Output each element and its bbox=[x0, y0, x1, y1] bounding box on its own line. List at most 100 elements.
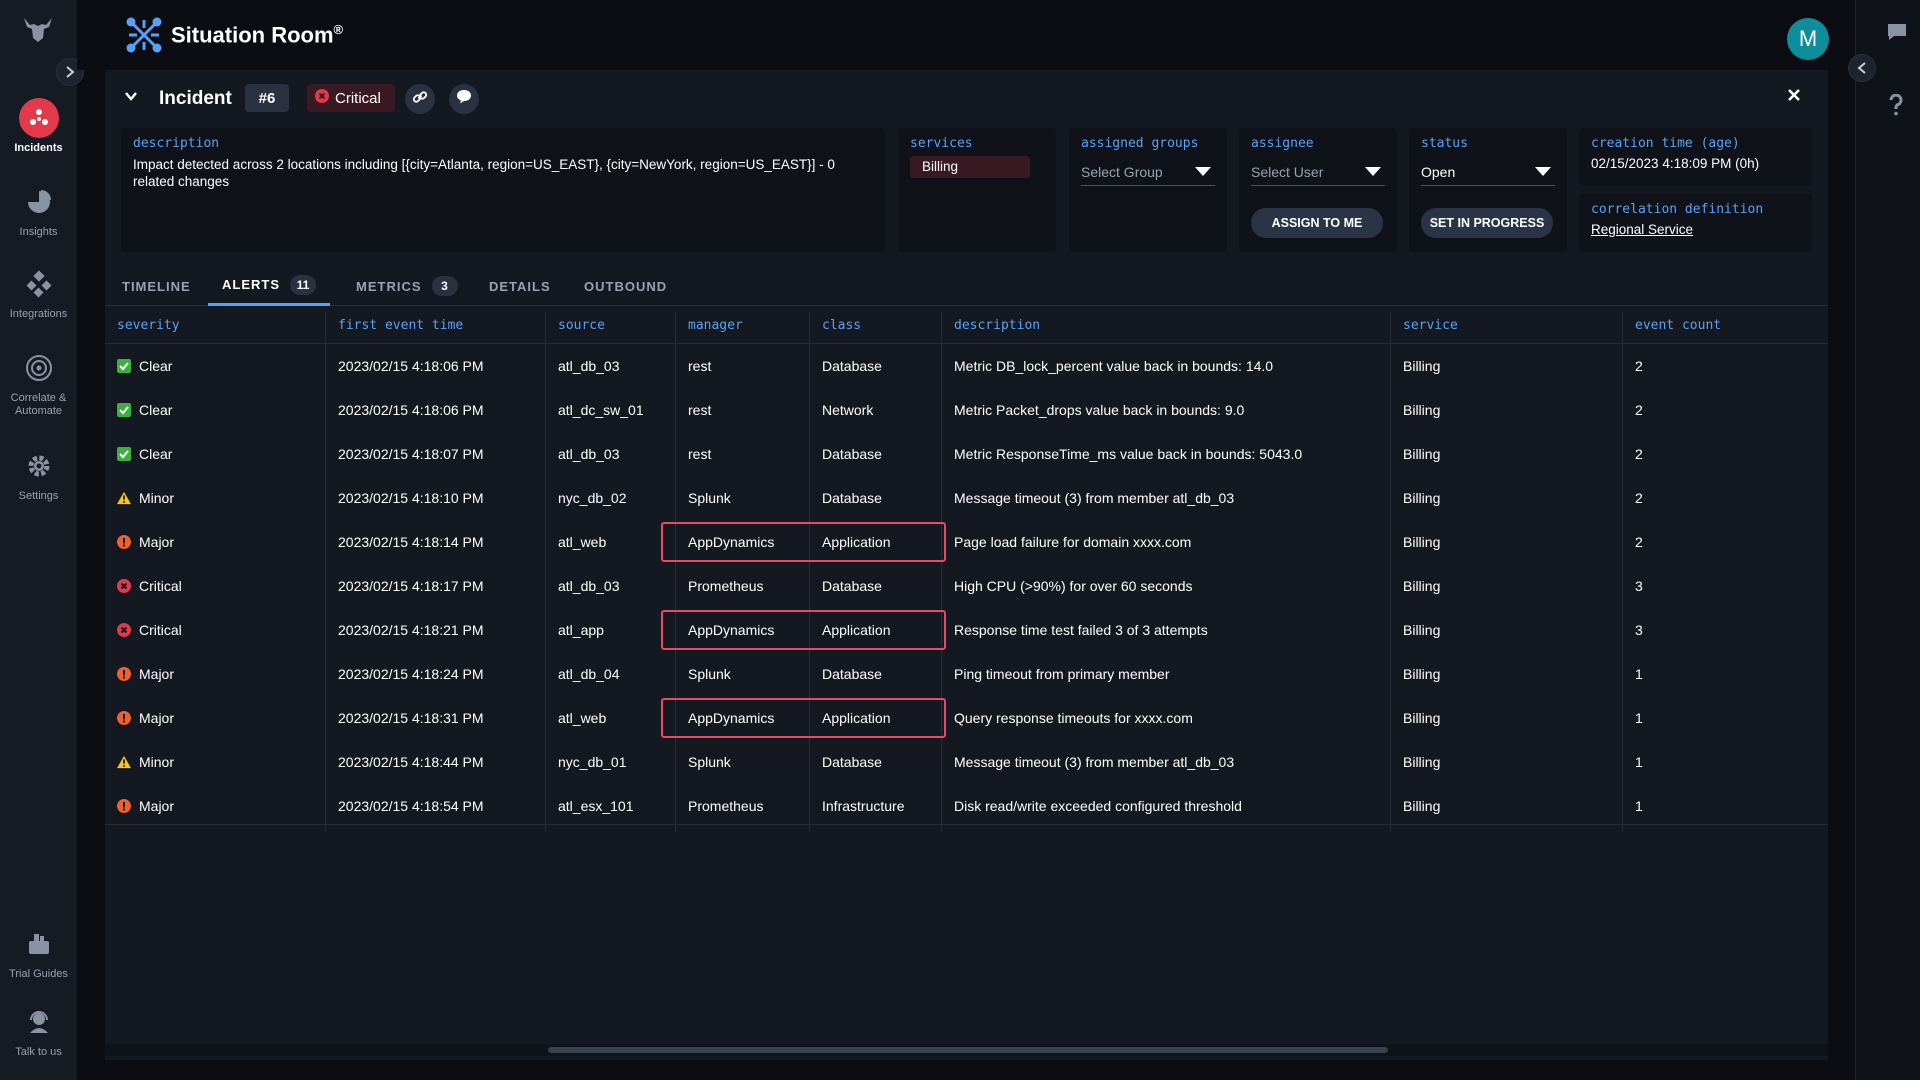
alerts-count-badge: 11 bbox=[290, 274, 316, 295]
cell-source: atl_dc_sw_01 bbox=[558, 402, 644, 418]
column-header-manager[interactable]: manager bbox=[676, 308, 743, 344]
status-select[interactable]: Open bbox=[1421, 158, 1555, 186]
cell-manager: Prometheus bbox=[688, 578, 764, 594]
dropdown-arrow-icon bbox=[1535, 167, 1551, 176]
clear-check-icon bbox=[117, 403, 131, 417]
status-box: status Open SET IN PROGRESS bbox=[1409, 128, 1567, 252]
cell-description: Message timeout (3) from member atl_db_0… bbox=[954, 754, 1235, 770]
tab-outbound[interactable]: OUTBOUND bbox=[584, 266, 667, 306]
table-row[interactable]: Major 2023/02/15 4:18:24 PM atl_db_04 Splun… bbox=[105, 652, 1828, 696]
link-button[interactable] bbox=[405, 84, 435, 114]
column-header-event-count[interactable]: event count bbox=[1623, 308, 1721, 344]
nav-item-trial-guides[interactable]: Trial Guides bbox=[0, 924, 77, 981]
right-rail bbox=[1848, 0, 1920, 1080]
table-row[interactable]: Major 2023/02/15 4:18:14 PM atl_web AppDyna… bbox=[105, 520, 1828, 564]
cell-description: Message timeout (3) from member atl_db_0… bbox=[954, 490, 1235, 506]
cell-class: Database bbox=[822, 490, 882, 506]
set-in-progress-button[interactable]: SET IN PROGRESS bbox=[1421, 208, 1553, 238]
incident-tabs: TIMELINE ALERTS 11 METRICS 3 DETAILS OUTBO… bbox=[105, 266, 1828, 306]
nav-item-insights[interactable]: Insights bbox=[0, 182, 77, 239]
comment-icon bbox=[456, 89, 472, 109]
nav-item-incidents[interactable]: Incidents bbox=[0, 98, 77, 155]
cell-class: Network bbox=[822, 402, 874, 418]
nav-item-settings[interactable]: Settings bbox=[0, 446, 77, 503]
user-select[interactable]: Select User bbox=[1251, 158, 1385, 186]
dropdown-arrow-icon bbox=[1365, 167, 1381, 176]
column-header-source[interactable]: source bbox=[546, 308, 605, 344]
assign-to-me-button[interactable]: ASSIGN TO ME bbox=[1251, 208, 1383, 238]
description-box: description Impact detected across 2 loc… bbox=[121, 128, 885, 252]
cell-service: Billing bbox=[1403, 754, 1441, 770]
cell-service: Billing bbox=[1403, 578, 1441, 594]
book-icon bbox=[19, 924, 59, 964]
incident-panel: Incident #6 Critical description Impact bbox=[105, 70, 1828, 1060]
bull-logo-icon[interactable] bbox=[22, 16, 54, 44]
services-box: services Billing bbox=[898, 128, 1056, 252]
correlation-definition-link[interactable]: Regional Service bbox=[1591, 222, 1693, 237]
tab-details[interactable]: DETAILS bbox=[489, 266, 551, 306]
group-select[interactable]: Select Group bbox=[1081, 158, 1215, 186]
cell-description: Query response timeouts for xxxx.com bbox=[954, 710, 1193, 726]
help-icon[interactable] bbox=[1888, 93, 1904, 121]
collapse-incident-button[interactable] bbox=[123, 88, 139, 109]
correlation-definition-box: correlation definition Regional Service bbox=[1579, 194, 1812, 252]
table-row[interactable]: Minor 2023/02/15 4:18:44 PM nyc_db_01 Splun… bbox=[105, 740, 1828, 784]
tab-timeline[interactable]: TIMELINE bbox=[122, 266, 191, 306]
column-header-first-event-time[interactable]: first event time bbox=[326, 308, 463, 344]
table-row[interactable]: Clear 2023/02/15 4:18:06 PM atl_dc_sw_01 re… bbox=[105, 388, 1828, 432]
column-header-description[interactable]: description bbox=[942, 308, 1040, 344]
cell-description: Disk read/write exceeded configured thre… bbox=[954, 798, 1242, 814]
table-row[interactable]: Clear 2023/02/15 4:18:07 PM atl_db_03 rest D… bbox=[105, 432, 1828, 476]
clear-check-icon bbox=[117, 359, 131, 373]
table-row[interactable]: Clear 2023/02/15 4:18:06 PM atl_db_03 rest D… bbox=[105, 344, 1828, 388]
close-incident-button[interactable] bbox=[1783, 86, 1805, 108]
cell-class: Database bbox=[822, 578, 882, 594]
table-row[interactable]: Critical 2023/02/15 4:18:21 PM atl_app AppD… bbox=[105, 608, 1828, 652]
cell-event-count: 1 bbox=[1635, 666, 1643, 682]
horizontal-scrollbar[interactable] bbox=[105, 1044, 1828, 1056]
table-row[interactable]: Critical 2023/02/15 4:18:17 PM atl_db_03 Pr… bbox=[105, 564, 1828, 608]
cell-description: High CPU (>90%) for over 60 seconds bbox=[954, 578, 1193, 594]
major-alert-icon bbox=[117, 799, 131, 813]
highlight-box bbox=[661, 522, 946, 562]
service-chip[interactable]: Billing bbox=[910, 156, 1030, 178]
cell-class: Database bbox=[822, 754, 882, 770]
comment-button[interactable] bbox=[449, 84, 479, 114]
nav-item-talk-to-us[interactable]: Talk to us bbox=[0, 1002, 77, 1059]
cell-source: atl_db_03 bbox=[558, 446, 620, 462]
table-row[interactable]: Minor 2023/02/15 4:18:10 PM nyc_db_02 Splun… bbox=[105, 476, 1828, 520]
incident-header: Incident #6 Critical bbox=[105, 70, 1828, 126]
nav-label: Trial Guides bbox=[9, 968, 68, 980]
nav-item-correlate-automate[interactable]: Correlate & Automate bbox=[0, 348, 77, 418]
nav-label: Integrations bbox=[9, 308, 68, 320]
cell-class: Database bbox=[822, 358, 882, 374]
cell-source: atl_db_03 bbox=[558, 358, 620, 374]
highlight-box bbox=[661, 698, 946, 738]
table-row[interactable]: Major 2023/02/15 4:18:54 PM atl_esx_101 Pro… bbox=[105, 784, 1828, 828]
chat-icon[interactable] bbox=[1886, 22, 1908, 47]
cell-manager: Splunk bbox=[688, 490, 731, 506]
nav-label: Incidents bbox=[14, 142, 63, 154]
incidents-icon bbox=[18, 98, 59, 138]
scrollbar-thumb[interactable] bbox=[548, 1047, 1388, 1053]
avatar[interactable]: M bbox=[1787, 18, 1829, 60]
collapse-rail-button[interactable] bbox=[1848, 54, 1876, 82]
column-header-severity[interactable]: severity bbox=[105, 308, 180, 344]
column-header-class[interactable]: class bbox=[810, 308, 861, 344]
table-row[interactable]: Major 2023/02/15 4:18:31 PM atl_web AppDyna… bbox=[105, 696, 1828, 740]
column-header-service[interactable]: service bbox=[1391, 308, 1458, 344]
tab-metrics[interactable]: METRICS 3 bbox=[356, 266, 458, 306]
nav-label: Talk to us bbox=[15, 1046, 62, 1058]
severity-badge: Critical bbox=[307, 84, 395, 112]
cell-event-count: 1 bbox=[1635, 754, 1643, 770]
services-label: services bbox=[910, 136, 973, 151]
assignee-label: assignee bbox=[1251, 136, 1314, 151]
tab-alerts[interactable]: ALERTS 11 bbox=[208, 266, 330, 306]
nav-label: Correlate & Automate bbox=[10, 392, 67, 417]
nav-item-integrations[interactable]: Integrations bbox=[0, 264, 77, 321]
cell-severity: Minor bbox=[105, 476, 174, 520]
app-title: Situation Room® bbox=[171, 22, 344, 48]
cell-source: atl_app bbox=[558, 622, 604, 638]
minor-warning-icon bbox=[117, 491, 131, 505]
cell-description: Metric DB_lock_percent value back in bou… bbox=[954, 358, 1274, 374]
